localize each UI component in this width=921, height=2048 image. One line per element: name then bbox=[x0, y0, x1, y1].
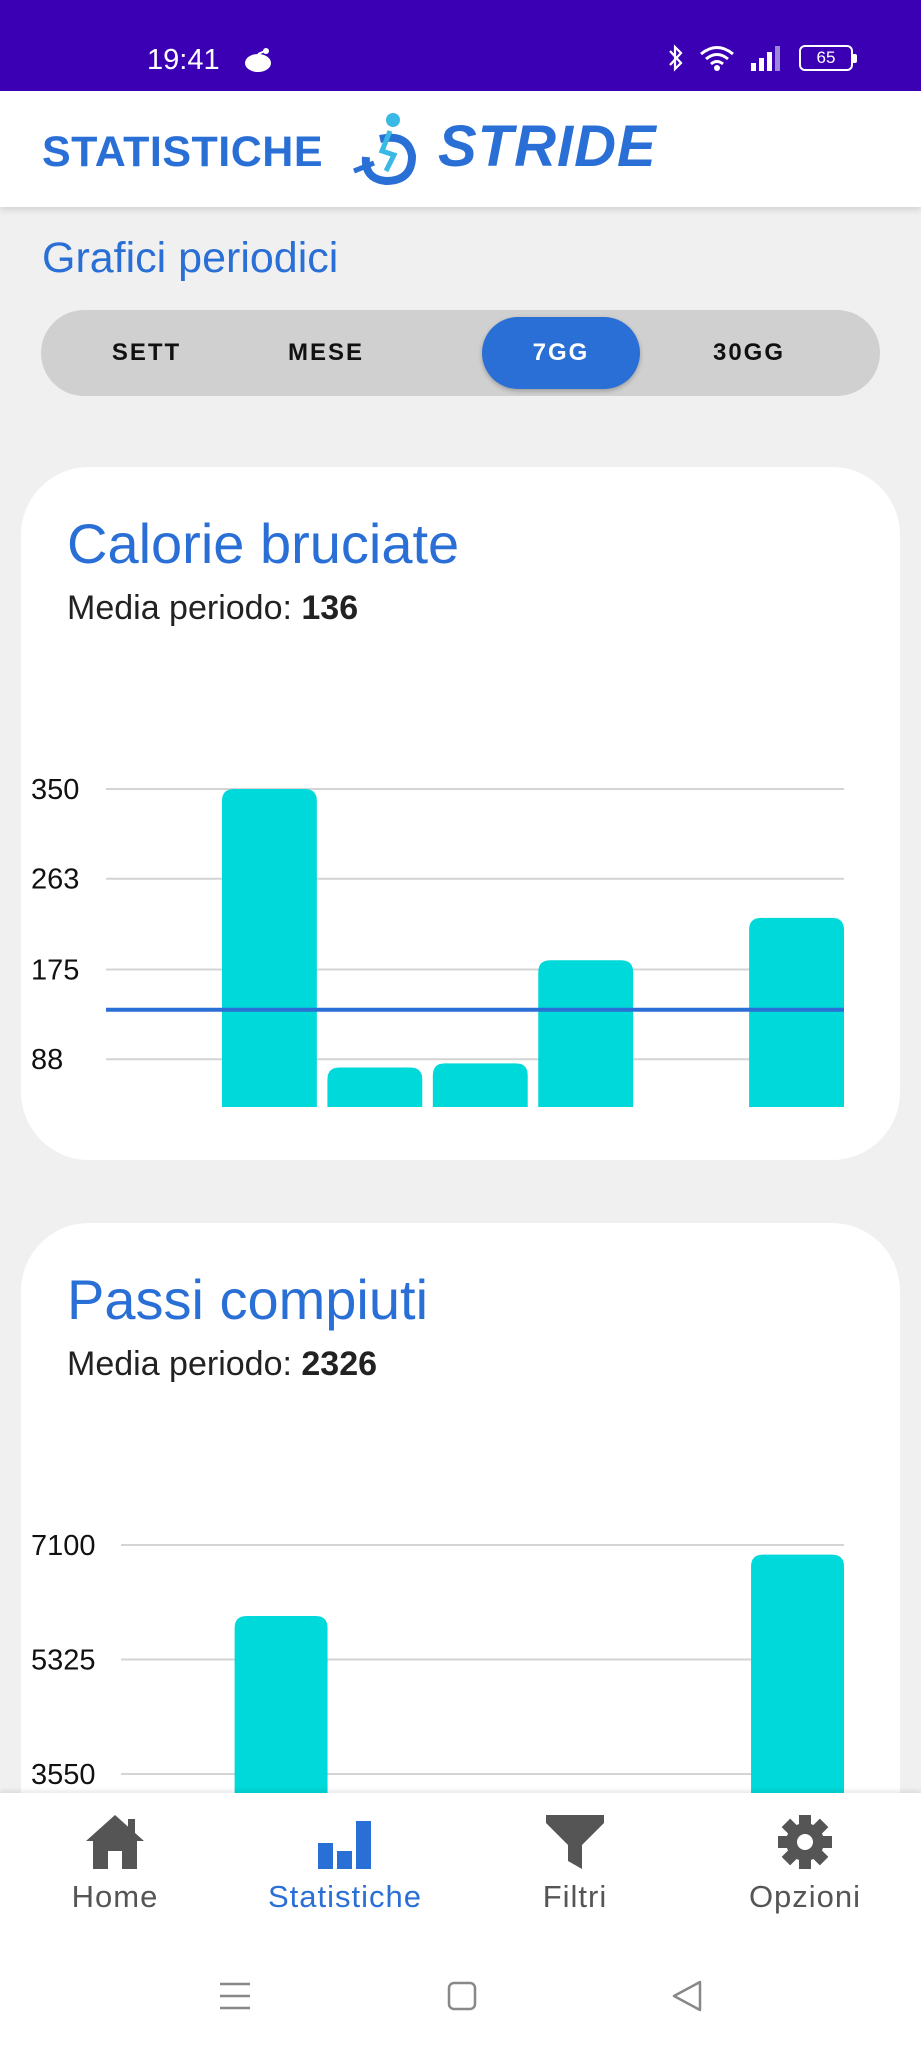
tab-sett[interactable]: SETT bbox=[59, 317, 234, 389]
calories-bar-chart: 35026317588027/0828/0829/0830/0831/0801/… bbox=[31, 774, 844, 1107]
nav-label: Statistiche bbox=[267, 1879, 422, 1914]
battery-level: 65 bbox=[816, 48, 836, 67]
system-icons: 65 bbox=[667, 44, 857, 72]
nav-opzioni[interactable]: Opzioni bbox=[705, 1813, 905, 1915]
back-icon[interactable] bbox=[670, 1979, 704, 2013]
bottom-navigation: Home Statistiche Filtri Opzioni bbox=[0, 1793, 921, 2048]
gear-icon bbox=[778, 1815, 832, 1869]
notification-icon bbox=[245, 48, 271, 72]
tab-mese[interactable]: MESE bbox=[237, 317, 415, 389]
signal-icon bbox=[751, 46, 780, 71]
average-label: Media periodo: 2326 bbox=[67, 1345, 377, 1384]
bluetooth-icon bbox=[669, 44, 683, 72]
y-tick-label: 350 bbox=[31, 774, 79, 806]
y-tick-label: 175 bbox=[31, 955, 79, 987]
nav-label: Opzioni bbox=[748, 1879, 862, 1914]
status-bar: 19:41 65 bbox=[0, 0, 921, 91]
tab-7gg[interactable]: 7GG bbox=[482, 317, 640, 389]
bar bbox=[432, 1063, 528, 1107]
wifi-icon bbox=[700, 46, 734, 71]
bar bbox=[538, 960, 634, 1107]
nav-filtri[interactable]: Filtri bbox=[475, 1813, 675, 1915]
card-title: Passi compiuti bbox=[67, 1268, 429, 1331]
home-square-icon[interactable] bbox=[446, 1980, 478, 2012]
section-title: Grafici periodici bbox=[42, 234, 339, 282]
bar bbox=[749, 917, 844, 1107]
nav-statistiche[interactable]: Statistiche bbox=[245, 1813, 445, 1915]
tab-30gg[interactable]: 30GG bbox=[649, 317, 849, 389]
nav-label: Filtri bbox=[542, 1879, 608, 1914]
y-tick-label: 7100 bbox=[31, 1530, 96, 1562]
battery-indicator: 65 bbox=[799, 45, 857, 71]
nav-home[interactable]: Home bbox=[15, 1813, 215, 1915]
average-value: 136 bbox=[301, 589, 359, 627]
clock: 19:41 bbox=[147, 44, 220, 76]
nav-label: Home bbox=[71, 1879, 159, 1914]
period-selector: SETT MESE 7GG 30GG bbox=[41, 310, 880, 396]
average-label: Media periodo: 136 bbox=[67, 589, 358, 628]
card-title: Calorie bruciate bbox=[67, 512, 460, 575]
calories-card: Calorie bruciate Media periodo: 136 350 2… bbox=[21, 467, 900, 1160]
y-tick-label: 5325 bbox=[31, 1645, 96, 1677]
bar bbox=[327, 1067, 423, 1107]
average-caption: Media periodo: bbox=[67, 1345, 302, 1383]
average-caption: Media periodo: bbox=[67, 589, 302, 627]
bar-chart-icon bbox=[318, 1821, 371, 1869]
system-navigation-bar bbox=[0, 1973, 921, 2033]
average-value: 2326 bbox=[301, 1345, 378, 1383]
y-tick-label: 263 bbox=[31, 864, 79, 896]
brand-logo: STRIDE bbox=[438, 114, 657, 179]
menu-icon[interactable] bbox=[218, 1981, 252, 2011]
home-icon bbox=[86, 1815, 144, 1869]
app-header: STATISTICHE STRIDE bbox=[0, 91, 921, 207]
runner-logo-icon bbox=[353, 113, 417, 186]
bar bbox=[221, 789, 317, 1107]
y-tick-label: 88 bbox=[31, 1044, 63, 1076]
filter-icon bbox=[546, 1815, 604, 1869]
y-tick-label: 3550 bbox=[31, 1759, 96, 1791]
page-title: STATISTICHE bbox=[42, 128, 324, 176]
